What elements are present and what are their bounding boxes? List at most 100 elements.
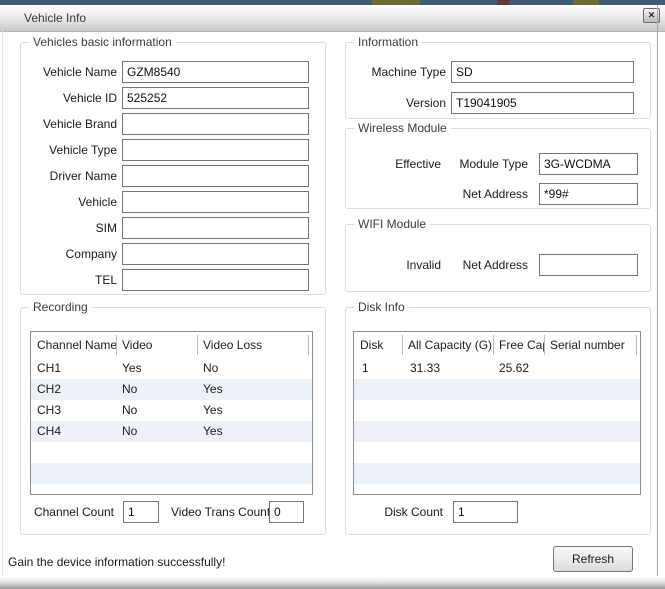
empty-row — [354, 400, 640, 421]
channel-count-input[interactable] — [123, 501, 159, 523]
group-wireless-module: Wireless Module Effective Module Type Ne… — [345, 121, 651, 209]
driver-name-label: Driver Name — [49, 169, 117, 183]
group-title: Disk Info — [354, 300, 409, 314]
version-label: Version — [405, 96, 446, 110]
version-input[interactable] — [451, 92, 634, 114]
form-row: Effective Module Type — [346, 153, 650, 175]
count-row: Disk Count — [346, 501, 650, 523]
group-information: Information Machine Type Version — [345, 35, 651, 119]
company-label: Company — [65, 247, 117, 261]
tel-label: TEL — [94, 273, 117, 287]
machine-type-label: Machine Type — [371, 65, 447, 79]
column-divider — [544, 335, 545, 355]
form-row: Net Address — [346, 183, 650, 205]
empty-row — [31, 442, 312, 463]
column-header[interactable]: Serial number — [544, 332, 636, 358]
tel-input[interactable] — [122, 269, 309, 291]
vehicle-id-input[interactable] — [122, 87, 309, 109]
cell-video: Yes — [122, 361, 142, 375]
table-row[interactable]: CH4 No Yes — [31, 421, 312, 442]
column-header[interactable]: Channel Name — [31, 332, 116, 358]
empty-row — [31, 484, 312, 494]
cell-video-loss: Yes — [203, 403, 223, 417]
empty-row — [354, 442, 640, 463]
cell-disk: 1 — [362, 361, 369, 375]
form-row: TEL — [21, 269, 325, 291]
cell-channel: CH4 — [37, 424, 62, 438]
cell-serial-number — [544, 358, 640, 379]
dialog-right-edge — [657, 5, 658, 577]
machine-type-input[interactable] — [451, 61, 634, 83]
group-title: Vehicles basic information — [29, 35, 176, 49]
wifi-net-address-input[interactable] — [539, 254, 638, 276]
driver-name-input[interactable] — [122, 165, 309, 187]
wireless-net-address-label: Net Address — [462, 187, 528, 201]
group-vehicles-basic-information: Vehicles basic information Vehicle Name … — [20, 35, 326, 295]
dialog-bottom-edge — [0, 576, 665, 589]
column-divider — [636, 335, 637, 355]
column-divider — [308, 335, 309, 355]
channel-count-label: Channel Count — [33, 505, 114, 519]
cell-channel: CH1 — [37, 361, 62, 375]
dialog-titlebar: Vehicle Info — [0, 5, 665, 32]
video-trans-count-input[interactable] — [269, 501, 304, 523]
form-row: SIM — [21, 217, 325, 239]
dialog-left-edge — [2, 31, 3, 577]
wifi-status-label: Invalid — [406, 258, 441, 272]
column-header[interactable]: All Capacity (G) — [402, 332, 493, 358]
count-row: Channel Count Video Trans Count — [21, 501, 325, 523]
status-message: Gain the device information successfully… — [8, 555, 226, 569]
form-row: Version — [346, 92, 650, 114]
group-wifi-module: WIFI Module Invalid Net Address — [345, 217, 651, 292]
module-type-input[interactable] — [539, 153, 638, 175]
cell-video: No — [122, 382, 138, 396]
group-title: Information — [354, 35, 423, 49]
table-row[interactable]: CH1 Yes No — [31, 358, 312, 379]
form-row: Vehicle Name — [21, 61, 325, 83]
empty-row — [354, 379, 640, 400]
vehicle-type-input[interactable] — [122, 139, 309, 161]
disk-table[interactable]: Disk All Capacity (G) Free Cap Serial nu… — [353, 331, 641, 495]
cell-free-capacity: 25.62 — [499, 361, 530, 375]
empty-row — [354, 463, 640, 484]
close-icon: ✕ — [647, 10, 656, 20]
form-row: Vehicle Type — [21, 139, 325, 161]
group-recording: Recording Channel Name Video Video Loss … — [20, 300, 326, 535]
empty-row — [354, 484, 640, 494]
cell-channel: CH2 — [37, 382, 62, 396]
column-header[interactable]: Video Loss — [197, 332, 308, 358]
cell-video: No — [122, 424, 138, 438]
column-header[interactable]: Disk — [354, 332, 402, 358]
table-row[interactable]: CH2 No Yes — [31, 379, 312, 400]
module-type-label: Module Type — [459, 157, 529, 171]
company-input[interactable] — [122, 243, 309, 265]
recording-table[interactable]: Channel Name Video Video Loss CH1 Yes No… — [30, 331, 313, 495]
table-row[interactable]: 1 31.33 25.62 — [354, 358, 640, 379]
cell-video: No — [122, 403, 138, 417]
sim-input[interactable] — [122, 217, 309, 239]
column-divider — [116, 335, 117, 355]
vehicle-type-label: Vehicle Type — [49, 143, 117, 157]
vehicle-brand-input[interactable] — [122, 113, 309, 135]
disk-count-label: Disk Count — [384, 505, 443, 519]
table-row[interactable]: CH3 No Yes — [31, 400, 312, 421]
disk-count-input[interactable] — [453, 501, 518, 523]
wireless-net-address-input[interactable] — [539, 183, 638, 205]
vehicle-id-label: Vehicle ID — [62, 91, 117, 105]
form-row: Vehicle Brand — [21, 113, 325, 135]
form-row: Machine Type — [346, 61, 650, 83]
refresh-button[interactable]: Refresh — [553, 546, 633, 572]
group-title: Wireless Module — [354, 121, 451, 135]
column-divider — [402, 335, 403, 355]
cell-all-capacity: 31.33 — [410, 361, 441, 375]
column-header[interactable]: Free Cap — [493, 332, 544, 358]
sim-label: SIM — [95, 221, 117, 235]
column-header[interactable]: Video — [116, 332, 197, 358]
cell-channel: CH3 — [37, 403, 62, 417]
vehicle-name-input[interactable] — [122, 61, 309, 83]
vehicle-input[interactable] — [122, 191, 309, 213]
vehicle-brand-label: Vehicle Brand — [42, 117, 117, 131]
cell-video-loss: Yes — [203, 424, 223, 438]
cell-video-loss: Yes — [203, 382, 223, 396]
form-row: Driver Name — [21, 165, 325, 187]
